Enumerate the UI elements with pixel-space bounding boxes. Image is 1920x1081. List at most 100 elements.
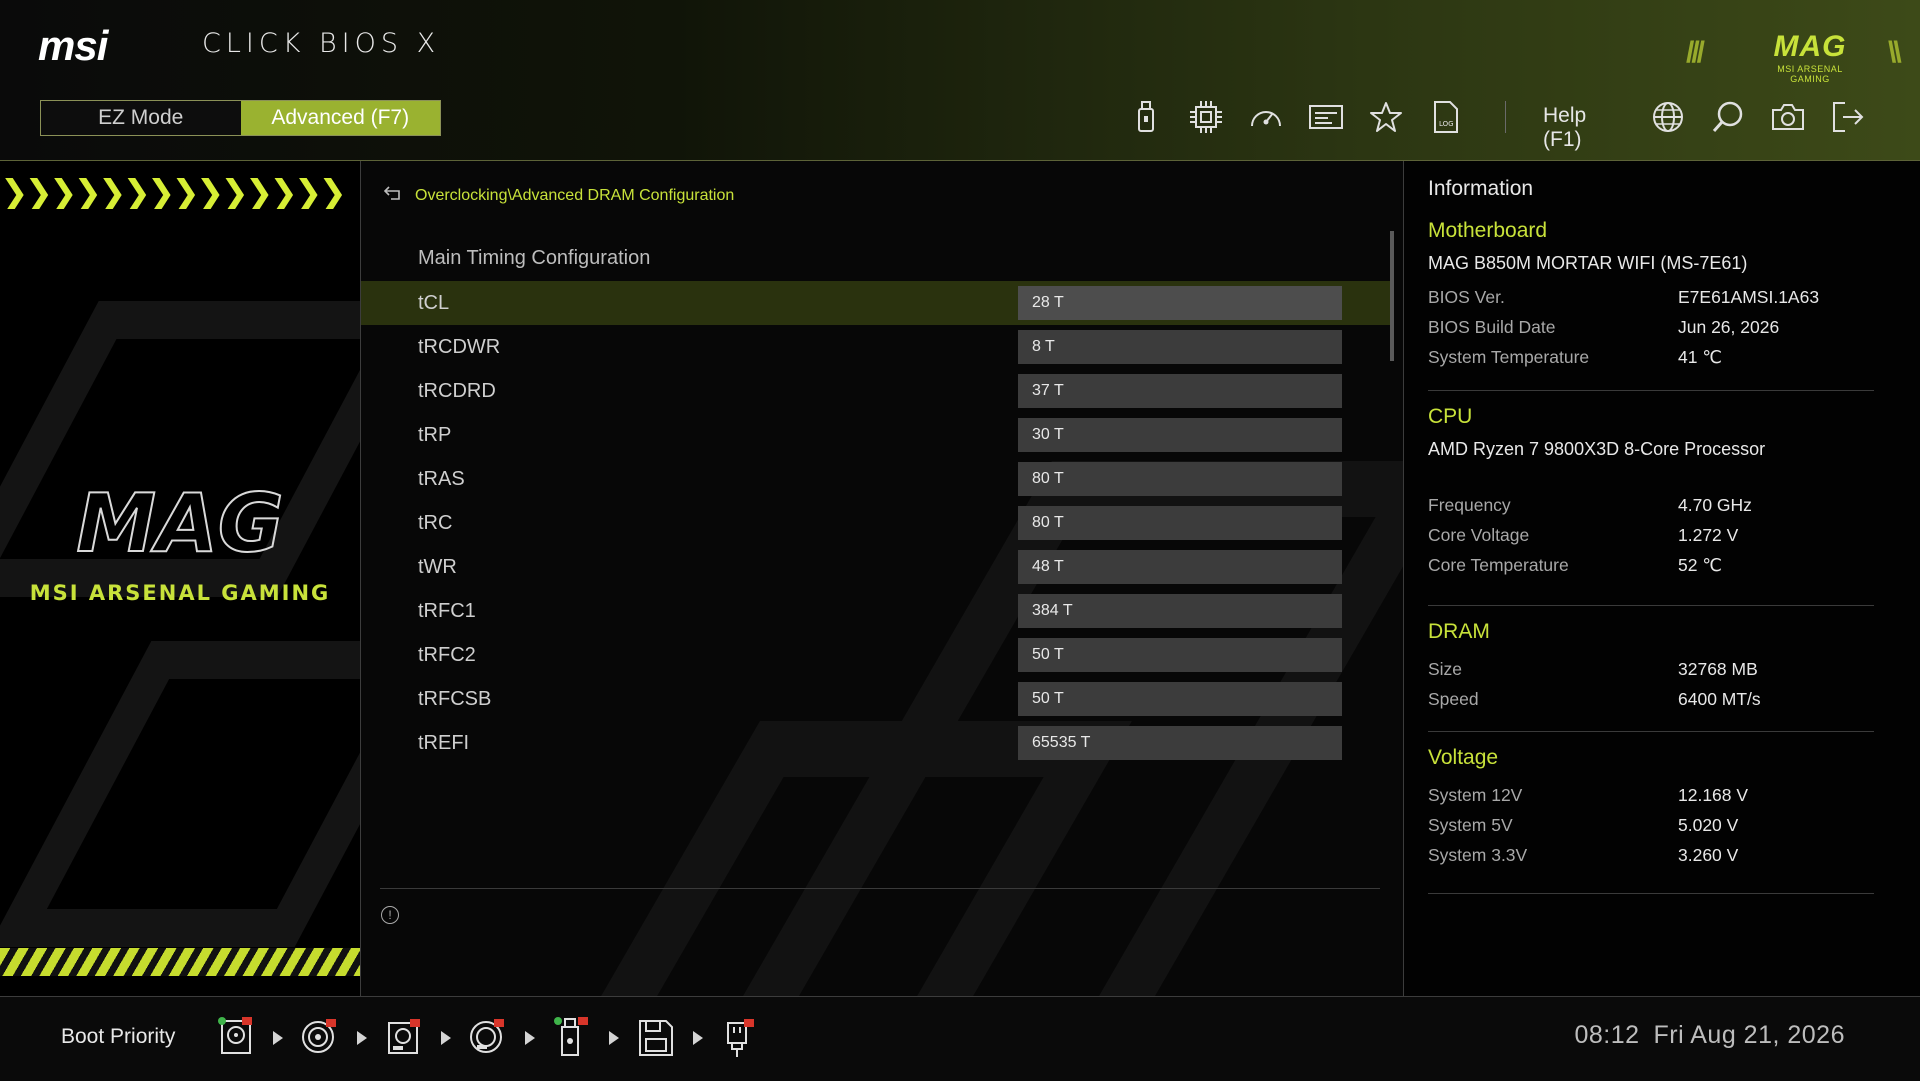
timing-setting-input[interactable]: 384 T bbox=[1018, 594, 1342, 628]
boot-order-arrow bbox=[357, 1031, 367, 1045]
timing-setting-input[interactable]: 65535 T bbox=[1018, 726, 1342, 760]
svg-text:LOG: LOG bbox=[1439, 120, 1454, 128]
usb-drive-icon[interactable] bbox=[1126, 97, 1166, 137]
speedometer-icon[interactable] bbox=[1246, 97, 1286, 137]
system-temp-label: System Temperature bbox=[1428, 346, 1590, 367]
timing-label: tWR bbox=[418, 555, 457, 578]
timing-setting-input[interactable]: 80 T bbox=[1018, 506, 1342, 540]
timing-setting-input[interactable]: 50 T bbox=[1018, 682, 1342, 716]
voltage-title: Voltage bbox=[1428, 746, 1499, 769]
usb-key-icon[interactable] bbox=[552, 1015, 592, 1059]
clock-time: 08:12 bbox=[1574, 1021, 1640, 1049]
language-globe-icon[interactable] bbox=[1648, 97, 1688, 137]
boot-order-arrow bbox=[525, 1031, 535, 1045]
toolbar-separator bbox=[1505, 101, 1506, 133]
bios-date-value: Jun 26, 2026 bbox=[1678, 316, 1780, 337]
cpu-chip-icon[interactable] bbox=[1186, 97, 1226, 137]
exit-icon[interactable] bbox=[1828, 97, 1868, 137]
timing-label: tRFCSB bbox=[418, 687, 492, 710]
motherboard-model: MAG B850M MORTAR WIFI (MS-7E61) bbox=[1428, 253, 1748, 273]
timing-row[interactable]: tWR 48 48 T bbox=[361, 545, 1391, 589]
cpu-frequency-label: Frequency bbox=[1428, 494, 1511, 515]
bios-info-icon[interactable] bbox=[1306, 97, 1346, 137]
timing-setting-input[interactable]: 50 T bbox=[1018, 638, 1342, 672]
timing-label: tRCDWR bbox=[418, 335, 501, 358]
left-brand-panel: ❯❯❯❯❯❯❯❯❯❯❯❯❯❯ MAG MSI ARSENAL GAMING bbox=[0, 161, 361, 996]
timing-setting-input[interactable]: 80 T bbox=[1018, 462, 1342, 496]
timing-setting-input[interactable]: 37 T bbox=[1018, 374, 1342, 408]
core-temp-label: Core Temperature bbox=[1428, 554, 1569, 575]
timing-label: tRFC1 bbox=[418, 599, 476, 622]
info-separator bbox=[1428, 893, 1874, 894]
advanced-mode-tab[interactable]: Advanced (F7) bbox=[240, 101, 440, 135]
voltage-info: Voltage System 12V 12.168 V System 5V 5.02… bbox=[1428, 746, 1874, 870]
timing-label: tREFI bbox=[418, 731, 470, 754]
timing-row[interactable]: tRCDWR 8 8 T bbox=[361, 325, 1391, 369]
timing-row[interactable]: tRP 30 30 T bbox=[361, 413, 1391, 457]
timing-setting-input[interactable]: 30 T bbox=[1018, 418, 1342, 452]
footer-bar: Boot Priority 08:12 Fri Aug 21, 2026 bbox=[0, 996, 1920, 1081]
timing-row[interactable]: tRFC1 384 384 T bbox=[361, 589, 1391, 633]
timing-row[interactable]: tRFCSB 50 50 T bbox=[361, 677, 1391, 721]
timing-setting-input[interactable]: 48 T bbox=[1018, 550, 1342, 584]
floppy-icon[interactable] bbox=[636, 1015, 676, 1059]
timing-row[interactable]: tCL 28 28 T bbox=[361, 281, 1391, 325]
dram-title: DRAM bbox=[1428, 620, 1490, 643]
info-separator bbox=[1428, 731, 1874, 732]
settings-panel: Overclocking\Advanced DRAM Configuration… bbox=[361, 161, 1404, 996]
timing-label: tCL bbox=[418, 291, 450, 314]
dram-speed-value: 6400 MT/s bbox=[1678, 688, 1761, 709]
information-title: Information bbox=[1428, 177, 1534, 200]
motherboard-title: Motherboard bbox=[1428, 219, 1548, 242]
boot-order-arrow bbox=[273, 1031, 283, 1045]
system-3v3-label: System 3.3V bbox=[1428, 844, 1528, 865]
dram-size-label: Size bbox=[1428, 658, 1463, 679]
dram-speed-label: Speed bbox=[1428, 688, 1479, 709]
ez-mode-tab[interactable]: EZ Mode bbox=[41, 101, 241, 135]
timing-setting-input[interactable]: 28 T bbox=[1018, 286, 1342, 320]
list-scrollbar[interactable] bbox=[1390, 231, 1394, 361]
ssd-icon[interactable] bbox=[384, 1015, 424, 1059]
chevron-stripe-decoration: ❯❯❯❯❯❯❯❯❯❯❯❯❯❯ bbox=[0, 174, 347, 209]
cpu-model: AMD Ryzen 7 9800X3D 8-Core Processor bbox=[1428, 439, 1766, 459]
slash-decoration-right: \\ bbox=[1888, 36, 1902, 69]
cpu-info: CPU AMD Ryzen 7 9800X3D 8-Core Processor… bbox=[1428, 405, 1874, 580]
help-button[interactable]: Help (F1) bbox=[1543, 104, 1586, 152]
screenshot-camera-icon[interactable] bbox=[1768, 97, 1808, 137]
system-12v-label: System 12V bbox=[1428, 784, 1523, 805]
boot-order-arrow bbox=[609, 1031, 619, 1045]
core-voltage-value: 1.272 V bbox=[1678, 524, 1739, 545]
timing-setting-input[interactable]: 8 T bbox=[1018, 330, 1342, 364]
optical-disc-icon[interactable] bbox=[468, 1015, 508, 1059]
breadcrumb-path[interactable]: Overclocking\Advanced DRAM Configuration bbox=[415, 187, 734, 205]
hdd-icon[interactable] bbox=[216, 1015, 256, 1059]
timing-list: tCL 28 28 T tRCDWR 8 8 T tRCDRD 37 37 T … bbox=[361, 281, 1391, 765]
log-file-icon[interactable]: LOG bbox=[1426, 97, 1466, 137]
timing-label: tRP bbox=[418, 423, 452, 446]
system-clock[interactable]: 08:12 Fri Aug 21, 2026 bbox=[1574, 1021, 1845, 1050]
info-separator bbox=[1428, 390, 1874, 391]
favorite-star-icon[interactable] bbox=[1366, 97, 1406, 137]
mode-switch: EZ Mode Advanced (F7) bbox=[40, 100, 441, 136]
mag-tagline: MSI ARSENAL GAMING bbox=[29, 581, 331, 605]
mag-outline-logo: MAG bbox=[75, 481, 284, 571]
timing-row[interactable]: tRCDRD 37 37 T bbox=[361, 369, 1391, 413]
mag-logo-block: MAG MSI ARSENAL GAMING bbox=[20, 481, 340, 605]
info-circle-icon: ! bbox=[381, 906, 399, 924]
search-icon[interactable] bbox=[1708, 97, 1748, 137]
timing-label: tRFC2 bbox=[418, 643, 476, 666]
header-bar: msi CLICK BIOS X /// MAG MSI ARSENAL GAM… bbox=[0, 0, 1920, 161]
back-arrow-icon[interactable] bbox=[383, 185, 403, 206]
timing-row[interactable]: tREFI 65535 65535 T bbox=[361, 721, 1391, 765]
timing-row[interactable]: tRFC2 50 50 T bbox=[361, 633, 1391, 677]
timing-label: tRC bbox=[418, 511, 453, 534]
usb-device-icon[interactable] bbox=[720, 1015, 760, 1059]
optical-disc-icon[interactable] bbox=[300, 1015, 340, 1059]
hazard-stripe-decoration bbox=[0, 948, 360, 976]
clock-date: Fri Aug 21, 2026 bbox=[1653, 1021, 1845, 1049]
timing-row[interactable]: tRAS 80 80 T bbox=[361, 457, 1391, 501]
help-divider bbox=[380, 888, 1380, 889]
motherboard-info: Motherboard MAG B850M MORTAR WIFI (MS-7E… bbox=[1428, 219, 1874, 372]
dram-size-value: 32768 MB bbox=[1678, 658, 1758, 679]
timing-row[interactable]: tRC 80 80 T bbox=[361, 501, 1391, 545]
